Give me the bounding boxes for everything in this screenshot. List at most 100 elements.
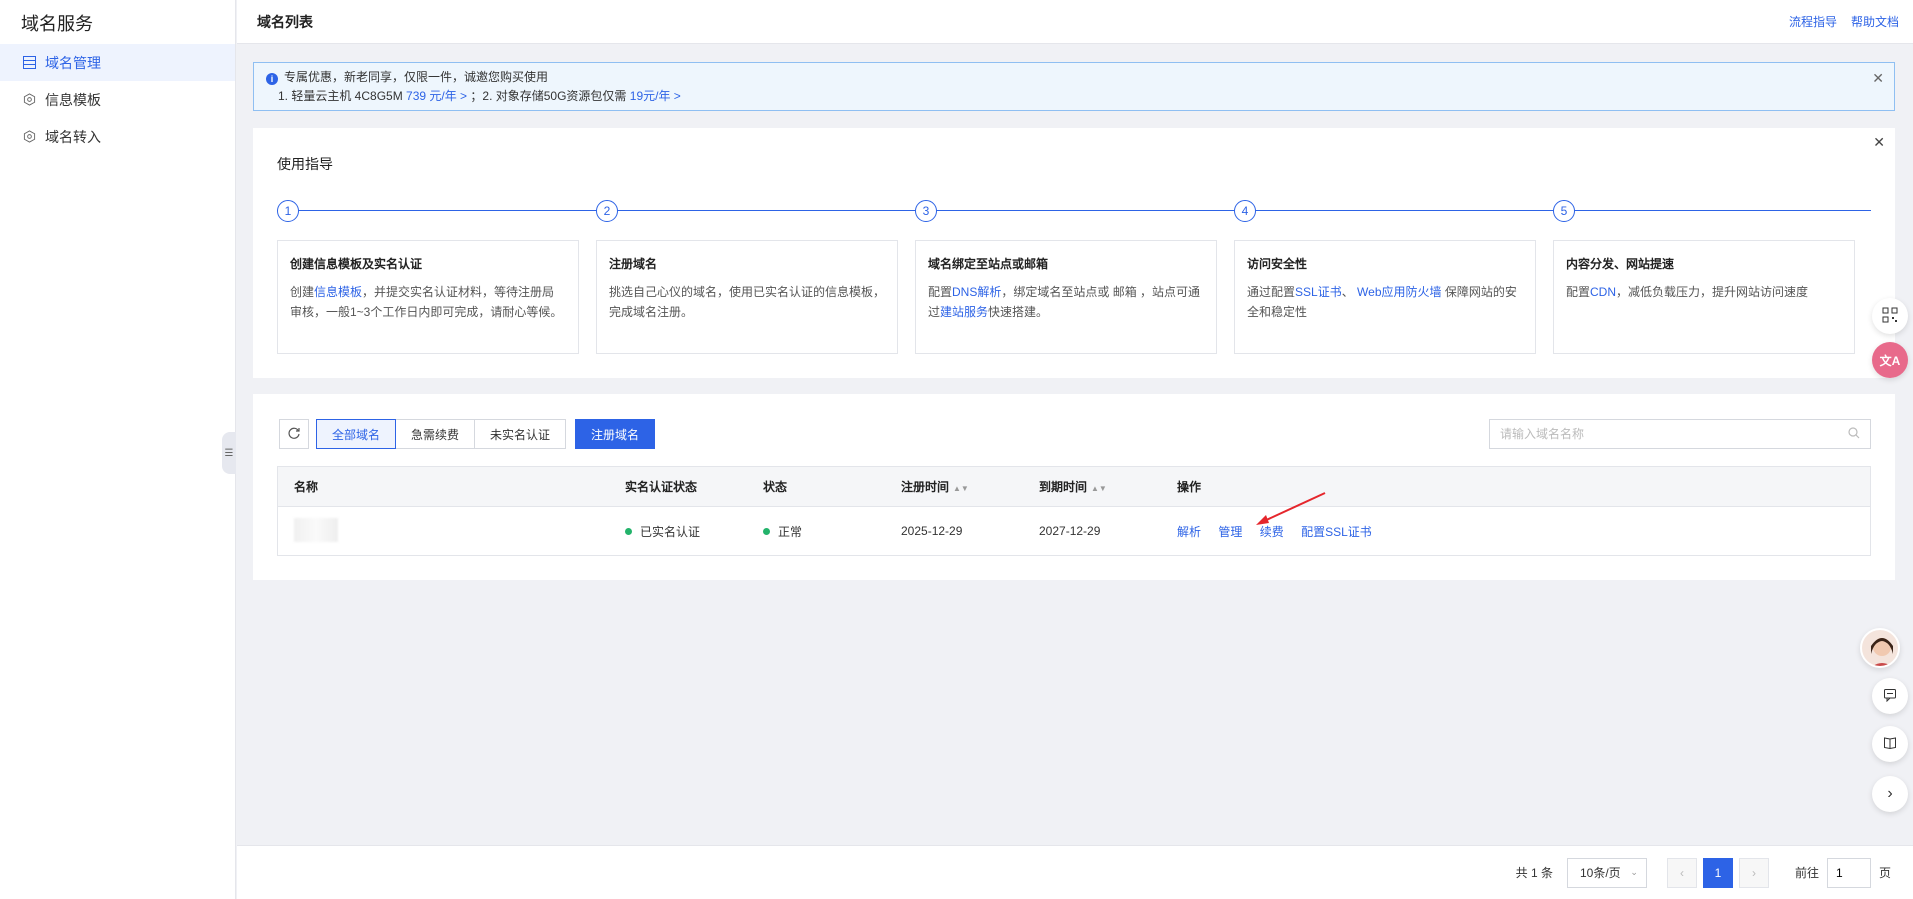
banner-text: 1. 轻量云主机 4C8G5M (278, 89, 407, 103)
status-dot (763, 527, 770, 535)
redacted-domain-name (294, 517, 338, 542)
translate-button[interactable]: 文A (1872, 342, 1908, 378)
column-header: 状态 (763, 480, 788, 494)
table-header: 名称 实名认证状态 状态 注册时间 ▲▼ 到期时间 ▲▼ 操作 (278, 467, 1870, 507)
cdn-link[interactable]: CDN (1590, 285, 1616, 299)
refresh-button[interactable] (279, 419, 309, 449)
column-header-sortable[interactable]: 到期时间 ▲▼ (1039, 478, 1177, 495)
hexagon-icon (22, 130, 36, 144)
step-desc: 通过配置SSL证书、 Web应用防火墙 保障网站的安全和稳定性 (1247, 285, 1517, 319)
step-desc: 配置DNS解析，绑定域名至站点或 邮箱 ，站点可通过建站服务快速搭建。 (928, 285, 1201, 319)
register-domain-button[interactable]: 注册域名 (575, 419, 655, 449)
step-card: 注册域名 挑选自己心仪的域名，使用已实名认证的信息模板，完成域名注册。 (596, 240, 898, 354)
refresh-icon (287, 426, 301, 443)
column-header: 名称 (294, 480, 319, 494)
page-size-value: 10条/页 (1579, 866, 1621, 880)
goto-page-input[interactable] (1826, 857, 1871, 888)
sort-icon[interactable]: ▲▼ (1091, 484, 1107, 493)
domain-list-panel: 全部域名 急需续费 未实名认证 注册域名 名称 实名认证状态 状态 注册时间▲▼… (253, 394, 1895, 580)
search-box (1489, 419, 1871, 449)
step-number: 3 (915, 200, 937, 222)
search-input[interactable] (1500, 427, 1848, 441)
process-guide-link[interactable]: 流程指导 (1789, 13, 1837, 30)
qr-code-button[interactable] (1872, 298, 1908, 334)
step-number: 2 (596, 200, 618, 222)
pagination-bar: 共 1 条 10条/页 ⌄ ‹ 1 › 前往 页 (237, 845, 1913, 899)
step-title: 创建信息模板及实名认证 (290, 257, 423, 271)
step-title: 注册域名 (609, 257, 658, 271)
table-row: 已实名认证 正常 2025-12-29 2027-12-29 解析 管理 续费 … (278, 507, 1870, 555)
chevron-right-icon: › (1751, 865, 1756, 880)
search-icon[interactable] (1848, 426, 1860, 442)
filter-renewal-needed[interactable]: 急需续费 (395, 419, 476, 449)
step-card: 域名绑定至站点或邮箱 配置DNS解析，绑定域名至站点或 邮箱 ，站点可通过建站服… (915, 240, 1217, 354)
prev-page-button[interactable]: ‹ (1666, 857, 1697, 888)
domain-filter-tabs: 全部域名 急需续费 未实名认证 (316, 419, 567, 449)
close-icon[interactable]: ✕ (1873, 134, 1885, 151)
book-icon (1883, 736, 1897, 753)
step-desc: 挑选自己心仪的域名，使用已实名认证的信息模板，完成域名注册。 (609, 285, 886, 319)
step-card: 内容分发、网站提速 配置CDN，减低负载压力，提升网站访问速度 (1553, 240, 1855, 354)
sidebar-item-domain-transfer[interactable]: 域名转入 (0, 118, 235, 155)
sidebar-item-domain-management[interactable]: 域名管理 (0, 44, 235, 81)
sidebar-item-info-template[interactable]: 信息模板 (0, 81, 235, 118)
sidebar-item-label: 信息模板 (45, 91, 101, 108)
step-connector-line (277, 210, 1871, 211)
waf-link[interactable]: Web应用防火墙 (1357, 285, 1441, 299)
resolve-link[interactable]: 解析 (1177, 525, 1201, 539)
page-title: 域名列表 (257, 13, 313, 30)
ssl-cert-link[interactable]: SSL证书 (1295, 285, 1342, 299)
site-builder-link[interactable]: 建站服务 (940, 305, 988, 319)
docs-button[interactable] (1872, 726, 1908, 762)
step-title: 访问安全性 (1247, 257, 1308, 271)
next-page-button[interactable]: › (1738, 857, 1769, 888)
guide-title: 使用指导 (277, 156, 333, 172)
help-docs-link[interactable]: 帮助文档 (1851, 13, 1899, 30)
sidebar-title: 域名服务 (21, 14, 93, 34)
list-icon (22, 56, 36, 70)
chat-button[interactable] (1872, 678, 1908, 714)
status-dot (625, 527, 632, 535)
domain-name-cell (278, 517, 625, 545)
total-count: 共 1 条 (1515, 866, 1553, 880)
close-icon[interactable]: ✕ (1872, 69, 1884, 88)
goto-label: 前往 (1794, 866, 1819, 880)
step-number: 4 (1234, 200, 1256, 222)
step-title: 域名绑定至站点或邮箱 (928, 257, 1049, 271)
chevron-left-icon: ‹ (1679, 865, 1684, 880)
promo-banner: i 专属优惠，新老同享，仅限一件，诚邀您购买使用 1. 轻量云主机 4C8G5M … (253, 62, 1895, 111)
column-header-sortable[interactable]: 注册时间 ▲▼ (901, 478, 1039, 495)
chat-icon (1883, 688, 1897, 705)
hexagon-icon (22, 93, 36, 107)
qr-code-icon (1882, 307, 1898, 326)
sidebar-collapse-handle[interactable]: ☰ (222, 432, 236, 474)
usage-guide-panel: ✕ 使用指导 1 2 3 4 5 创建信息模板及实名认证 创建信息模板，并提交实… (253, 128, 1895, 378)
sort-icon[interactable]: ▲▼ (953, 484, 969, 493)
page-number-button[interactable]: 1 (1702, 857, 1733, 888)
manage-link[interactable]: 管理 (1218, 525, 1242, 539)
register-date-cell: 2025-12-29 (901, 524, 963, 538)
menu-fold-icon: ☰ (224, 447, 234, 459)
filter-all-domains[interactable]: 全部域名 (316, 419, 397, 449)
step-title: 内容分发、网站提速 (1566, 257, 1675, 271)
step-card: 访问安全性 通过配置SSL证书、 Web应用防火墙 保障网站的安全和稳定性 (1234, 240, 1536, 354)
sidebar: 域名服务 域名管理 信息模板 域名转入 (0, 0, 236, 899)
translate-icon: 文A (1879, 353, 1901, 368)
status-cell: 正常 (763, 523, 901, 540)
filter-unverified[interactable]: 未实名认证 (474, 419, 567, 449)
banner-line1: 专属优惠，新老同享，仅限一件，诚邀您购买使用 (284, 70, 549, 84)
page-size-select[interactable]: 10条/页 ⌄ (1566, 857, 1647, 888)
dns-resolve-link[interactable]: DNS解析 (952, 285, 1001, 299)
info-icon: i (266, 73, 278, 85)
step-card: 创建信息模板及实名认证 创建信息模板，并提交实名认证材料，等待注册局审核，一般1… (277, 240, 579, 354)
domain-table: 名称 实名认证状态 状态 注册时间 ▲▼ 到期时间 ▲▼ 操作 已实名认证 正常 2… (277, 466, 1871, 556)
banner-offer-link-2[interactable]: 19元/年 > (630, 89, 681, 103)
column-header: 实名认证状态 (625, 480, 698, 494)
assistant-avatar[interactable] (1860, 628, 1900, 668)
banner-offer-link-1[interactable]: 739 元/年 > (406, 89, 467, 103)
goto-page: 前往 页 (1794, 857, 1891, 888)
auth-status-cell: 已实名认证 (625, 523, 763, 540)
expire-date-cell: 2027-12-29 (1039, 524, 1101, 538)
info-template-link[interactable]: 信息模板 (314, 285, 362, 299)
expand-button[interactable]: › (1872, 776, 1908, 812)
